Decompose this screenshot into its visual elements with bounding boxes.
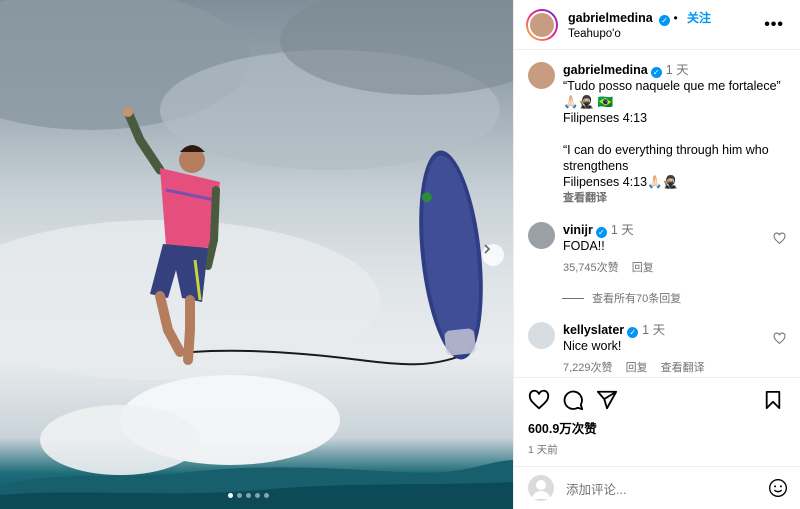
post-photo[interactable] <box>0 0 513 509</box>
caption-line <box>563 126 788 142</box>
comment-item: kellyslater ✓ 1 天 Nice work! 7,229次赞 回复 查看… <box>528 322 788 376</box>
view-replies-label: 查看所有70条回复 <box>592 293 682 305</box>
caption: gabrielmedina ✓ 1 天 “Tudo posso naquele qu… <box>528 62 788 206</box>
comment-likes[interactable]: 7,229次赞 <box>563 362 613 374</box>
current-user-avatar <box>528 475 554 501</box>
post-actions: 600.9万次赞 1 天前 <box>514 377 800 457</box>
see-translation-link[interactable]: 查看翻译 <box>661 362 705 374</box>
caption-time: 1 天 <box>665 63 689 77</box>
verified-badge-icon: ✓ <box>595 227 607 238</box>
location-link[interactable]: Teahupo'o <box>568 28 711 40</box>
author-username[interactable]: gabrielmedina <box>568 11 653 25</box>
caption-line: Filipenses 4:13 <box>563 111 648 125</box>
comment-time: 1 天 <box>642 323 666 337</box>
comment-username[interactable]: vinijr <box>563 223 593 237</box>
verified-badge-icon: ✓ <box>659 15 671 26</box>
commenter-avatar[interactable] <box>528 222 555 249</box>
commenter-avatar[interactable] <box>528 322 555 349</box>
caption-line: Filipenses 4:13🙏🏻🥷🏼 <box>563 175 679 189</box>
follow-button[interactable]: 关注 <box>687 11 711 25</box>
caption-line: “I can do everything through him who str… <box>563 143 773 173</box>
like-heart-icon[interactable] <box>528 389 550 411</box>
carousel-dot <box>246 493 251 498</box>
view-replies-button[interactable]: 查看所有70条回复 <box>562 290 788 306</box>
comment-text: Nice work! <box>563 339 622 353</box>
comment-icon[interactable] <box>562 389 584 411</box>
author-avatar[interactable] <box>526 8 558 41</box>
comment-username[interactable]: kellyslater <box>563 323 624 337</box>
carousel-dot <box>228 493 233 498</box>
add-comment-bar: 添加评论... <box>514 466 800 509</box>
post-side-panel: gabrielmedina ✓ • 关注 Teahupo'o ••• gabri… <box>513 0 800 509</box>
more-options-icon[interactable]: ••• <box>764 16 784 34</box>
surfer-photo-illustration <box>0 0 513 509</box>
verified-badge-icon: ✓ <box>627 327 639 338</box>
post-age: 1 天前 <box>528 444 558 456</box>
caption-line: “Tudo posso naquele que me fortalece” 🙏🏻… <box>563 79 785 109</box>
comments-list[interactable]: gabrielmedina ✓ 1 天 “Tudo posso naquele qu… <box>514 50 800 376</box>
heart-icon[interactable] <box>773 332 786 345</box>
carousel-next-button[interactable] <box>482 244 504 266</box>
likes-count[interactable]: 600.9万次赞 <box>528 418 788 437</box>
carousel-dot <box>255 493 260 498</box>
reply-button[interactable]: 回复 <box>626 362 648 374</box>
carousel-dots <box>228 493 269 498</box>
comment-item: vinijr ✓ 1 天 FODA!! 35,745次赞 回复 <box>528 222 788 276</box>
carousel-dot <box>237 493 242 498</box>
emoji-icon[interactable] <box>768 478 788 498</box>
post-header: gabrielmedina ✓ • 关注 Teahupo'o ••• <box>514 0 800 50</box>
comment-time: 1 天 <box>610 223 634 237</box>
heart-icon[interactable] <box>773 232 786 245</box>
reply-button[interactable]: 回复 <box>632 262 654 274</box>
comment-likes[interactable]: 35,745次赞 <box>563 262 619 274</box>
carousel-dot <box>264 493 269 498</box>
share-icon[interactable] <box>596 389 618 411</box>
caption-username[interactable]: gabrielmedina <box>563 63 648 77</box>
chevron-right-icon <box>484 244 491 254</box>
add-comment-input[interactable]: 添加评论... <box>566 479 768 498</box>
author-avatar-small[interactable] <box>528 62 555 89</box>
see-translation-link[interactable]: 查看翻译 <box>563 190 788 206</box>
comment-text: FODA!! <box>563 239 605 253</box>
user-placeholder-icon <box>532 480 550 499</box>
bookmark-icon[interactable] <box>764 390 782 410</box>
verified-badge-icon: ✓ <box>650 67 662 78</box>
